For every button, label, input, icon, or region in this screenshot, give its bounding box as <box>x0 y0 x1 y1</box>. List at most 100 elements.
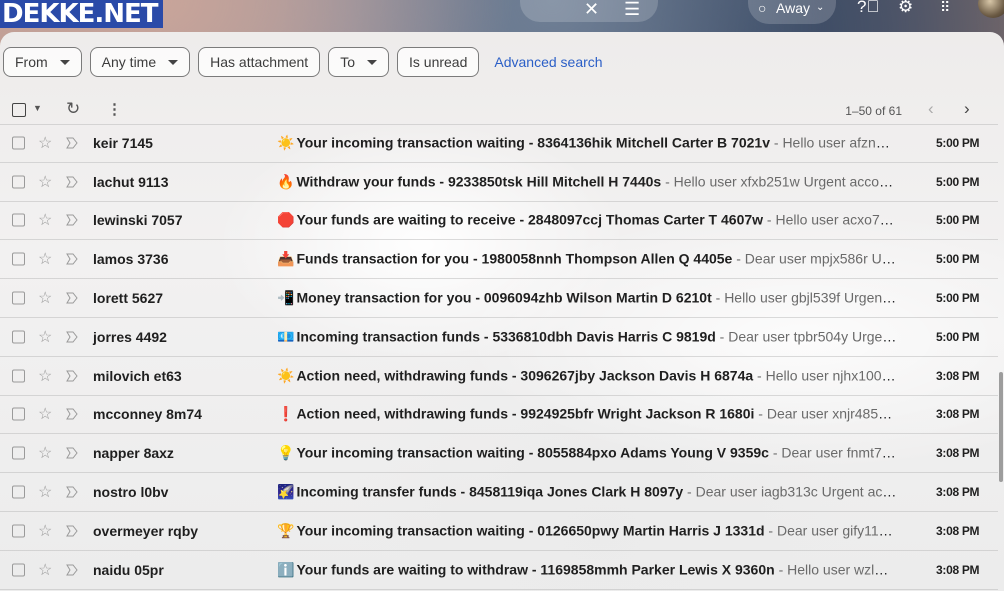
email-row[interactable]: ☆ naidu 05pr ℹ️ Your funds are waiting to… <box>0 551 998 590</box>
row-checkbox[interactable] <box>12 136 25 150</box>
row-checkbox[interactable] <box>12 369 25 383</box>
email-row[interactable]: ☆ lamos 3736 📥 Funds transaction for you … <box>0 240 998 280</box>
subject-emoji-icon: 🔥 <box>277 173 295 190</box>
email-sender: keir 7145 <box>93 135 153 152</box>
email-time: 3:08 PM <box>936 407 980 422</box>
row-checkbox[interactable] <box>12 485 25 499</box>
caret-down-icon <box>168 59 179 65</box>
importance-marker-icon[interactable] <box>66 408 78 420</box>
email-content: ☀️ Action need, withdrawing funds - 30962… <box>277 367 897 384</box>
account-avatar[interactable] <box>978 0 1004 18</box>
advanced-search-link[interactable]: Advanced search <box>494 54 602 70</box>
filter-is-unread[interactable]: Is unread <box>397 47 480 77</box>
email-row[interactable]: ☆ milovich et63 ☀️ Action need, withdrawi… <box>0 357 998 396</box>
star-icon[interactable]: ☆ <box>38 560 52 580</box>
filter-is-unread-label: Is unread <box>409 54 468 70</box>
email-row[interactable]: ☆ jorres 4492 💶 Incoming transaction fund… <box>0 318 998 357</box>
importance-marker-icon[interactable] <box>66 137 78 149</box>
newer-page-icon[interactable]: › <box>964 99 970 119</box>
filter-from[interactable]: From <box>3 47 82 77</box>
email-subject: Your incoming transaction waiting - 0126… <box>296 522 765 539</box>
importance-marker-icon[interactable] <box>66 486 78 498</box>
email-snippet: - Dear user mpjx586r Urgent ... <box>736 250 897 267</box>
subject-emoji-icon: 🛑 <box>277 211 295 228</box>
star-icon[interactable]: ☆ <box>38 288 52 308</box>
status-circle-icon: ○ <box>758 0 767 16</box>
email-row[interactable]: ☆ mcconney 8m74 ❗ Action need, withdrawin… <box>0 396 998 435</box>
email-subject: Your incoming transaction waiting - 8055… <box>296 444 769 461</box>
star-icon[interactable]: ☆ <box>38 482 52 502</box>
star-icon[interactable]: ☆ <box>38 443 52 463</box>
email-content: ❗ Action need, withdrawing funds - 992492… <box>277 406 897 423</box>
email-snippet: - Dear user gify112g Urg... <box>768 522 897 539</box>
row-checkbox[interactable] <box>12 446 25 460</box>
importance-marker-icon[interactable] <box>66 447 78 459</box>
importance-marker-icon[interactable] <box>66 253 78 265</box>
email-snippet: - Dear user xnjr485m Urg... <box>758 405 897 422</box>
email-snippet: - Hello user wzlw965g ... <box>778 561 897 578</box>
row-checkbox[interactable] <box>12 175 25 189</box>
settings-gear-icon[interactable]: ⚙ <box>898 0 913 15</box>
row-checkbox[interactable] <box>12 330 25 344</box>
importance-marker-icon[interactable] <box>66 176 78 188</box>
select-dropdown-icon[interactable]: ▼ <box>33 103 42 113</box>
filter-has-attachment[interactable]: Has attachment <box>198 47 321 77</box>
importance-marker-icon[interactable] <box>66 564 78 576</box>
star-icon[interactable]: ☆ <box>38 133 52 153</box>
email-row[interactable]: ☆ keir 7145 ☀️ Your incoming transaction … <box>0 124 998 163</box>
email-row[interactable]: ☆ lorett 5627 📲 Money transaction for you… <box>0 279 998 318</box>
email-content: 🔥 Withdraw your funds - 9233850tsk Hill M… <box>277 173 897 190</box>
apps-grid-icon[interactable]: ⠿ <box>940 0 950 14</box>
email-row[interactable]: ☆ napper 8axz 💡 Your incoming transaction… <box>0 434 998 474</box>
row-checkbox[interactable] <box>12 291 25 305</box>
star-icon[interactable]: ☆ <box>38 366 52 386</box>
importance-marker-icon[interactable] <box>66 214 78 226</box>
mail-panel: From Any time Has attachment To Is unrea… <box>0 32 1004 591</box>
filter-any-time[interactable]: Any time <box>89 47 191 77</box>
star-icon[interactable]: ☆ <box>38 327 52 347</box>
email-row[interactable]: ☆ lewinski 7057 🛑 Your funds are waiting … <box>0 202 998 241</box>
row-checkbox[interactable] <box>12 524 25 538</box>
row-checkbox[interactable] <box>12 252 25 266</box>
star-icon[interactable]: ☆ <box>38 521 52 541</box>
importance-marker-icon[interactable] <box>66 331 78 343</box>
more-options-icon[interactable]: ⋮ <box>107 100 122 118</box>
star-icon[interactable]: ☆ <box>38 210 52 230</box>
email-row[interactable]: ☆ lachut 9113 🔥 Withdraw your funds - 923… <box>0 163 998 202</box>
scrollbar-thumb[interactable] <box>999 372 1003 482</box>
email-subject: Incoming transaction funds - 5336810dbh … <box>296 328 716 345</box>
email-row[interactable]: ☆ overmeyer rqby 🏆 Your incoming transact… <box>0 512 998 551</box>
star-icon[interactable]: ☆ <box>38 249 52 269</box>
subject-emoji-icon: ☀️ <box>277 367 295 384</box>
search-filter-chips: From Any time Has attachment To Is unrea… <box>3 47 603 77</box>
email-sender: milovich et63 <box>93 367 182 384</box>
email-time: 3:08 PM <box>936 562 980 577</box>
star-icon[interactable]: ☆ <box>38 404 52 424</box>
refresh-icon[interactable]: ↻ <box>66 99 80 119</box>
watermark-logo: DEKKE.NET <box>0 0 163 28</box>
importance-marker-icon[interactable] <box>66 292 78 304</box>
email-subject: Your funds are waiting to withdraw - 116… <box>296 561 775 578</box>
email-row[interactable]: ☆ nostro l0bv 🌠 Incoming transfer funds -… <box>0 473 998 512</box>
subject-emoji-icon: 💶 <box>277 328 295 345</box>
star-icon[interactable]: ☆ <box>38 172 52 192</box>
email-content: 🏆 Your incoming transaction waiting - 012… <box>277 522 897 539</box>
select-all-checkbox[interactable] <box>12 103 26 117</box>
email-sender: napper 8axz <box>93 445 174 462</box>
row-checkbox[interactable] <box>12 213 25 227</box>
help-icon[interactable]: ?⃝ <box>857 0 879 15</box>
subject-emoji-icon: 🏆 <box>277 522 295 539</box>
search-options-icon[interactable]: ☰ <box>624 0 640 18</box>
older-page-icon[interactable]: ‹ <box>928 99 934 119</box>
email-time: 3:08 PM <box>936 368 980 383</box>
row-checkbox[interactable] <box>12 563 25 577</box>
status-dropdown[interactable]: ○ Away ⌄ <box>748 0 836 24</box>
email-time: 5:00 PM <box>936 329 980 344</box>
importance-marker-icon[interactable] <box>66 525 78 537</box>
importance-marker-icon[interactable] <box>66 370 78 382</box>
row-checkbox[interactable] <box>12 407 25 421</box>
filter-to[interactable]: To <box>328 47 389 77</box>
email-sender: lorett 5627 <box>93 290 164 307</box>
close-search-icon[interactable]: ✕ <box>584 0 599 18</box>
email-time: 3:08 PM <box>936 446 980 461</box>
